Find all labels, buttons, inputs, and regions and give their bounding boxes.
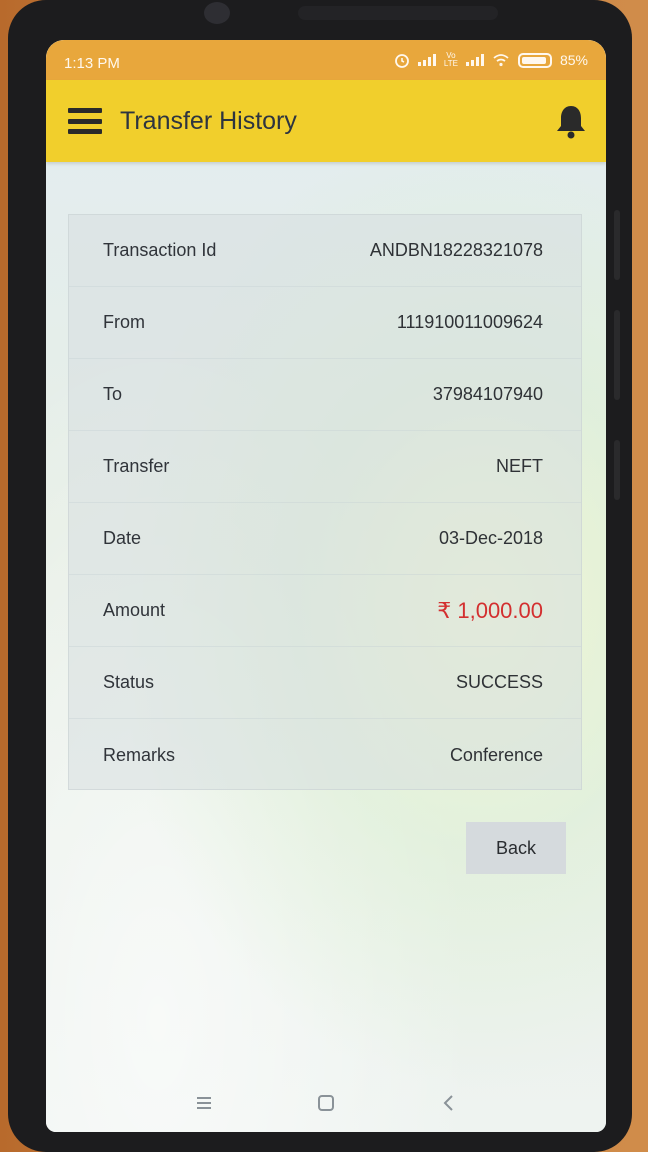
detail-label: Transfer [103,456,170,476]
detail-label: To [103,384,123,404]
hamburger-menu-icon[interactable] [68,108,102,134]
back-nav-icon[interactable] [433,1088,463,1118]
detail-row-status: Status SUCCESS [69,647,581,719]
status-time: 1:13 PM [64,54,120,72]
app-bar: Transfer History [46,80,606,162]
detail-label: Date [103,528,142,548]
detail-value: 37984107940 [432,384,543,404]
earpiece [298,6,498,20]
home-icon[interactable] [311,1088,341,1118]
recent-apps-icon[interactable] [189,1088,219,1118]
status-icons: Vo LTE 85% [394,52,588,68]
detail-row-date: Date 03-Dec-2018 [69,503,581,575]
bell-icon[interactable] [554,103,588,139]
detail-label: Transaction Id [103,240,217,260]
detail-label: Remarks [103,744,176,765]
power-button [614,440,620,500]
detail-label: Status [103,672,155,692]
android-nav-bar [46,1074,606,1132]
back-button[interactable]: Back [466,822,566,874]
detail-value: 03-Dec-2018 [438,528,543,548]
status-value: SUCCESS [455,672,543,692]
page-title: Transfer History [120,106,297,135]
transaction-details-card: Transaction Id ANDBN18228321078 From 111… [68,214,582,790]
signal-icon [417,54,436,66]
status-bar: 1:13 PM Vo LTE 85% [46,40,606,80]
detail-row-remarks: Remarks Conference [69,719,581,791]
amount-value: ₹ 1,000.00 [437,597,543,623]
battery-percent: 85% [559,52,588,68]
detail-row-transfer: Transfer NEFT [69,431,581,503]
detail-row-from: From 111910011009624 [69,287,581,359]
detail-value: Conference [449,744,543,765]
detail-value: NEFT [496,456,543,476]
detail-label: Amount [103,600,166,620]
screen: 1:13 PM Vo LTE 85% Transfer History Tran… [46,40,606,1132]
volte-icon: Vo LTE [444,52,458,68]
detail-label: From [103,312,145,332]
battery-icon [517,52,552,68]
detail-row-transaction-id: Transaction Id ANDBN18228321078 [69,215,581,287]
wifi-icon [493,54,509,67]
detail-value: 111910011009624 [396,312,543,332]
volume-button [614,210,620,280]
detail-row-to: To 37984107940 [69,359,581,431]
detail-row-amount: Amount ₹ 1,000.00 [69,575,581,647]
volume-button [614,310,620,400]
signal-icon [465,54,484,66]
alarm-icon [394,54,409,68]
phone-frame: 1:13 PM Vo LTE 85% Transfer History Tran… [8,0,632,1152]
detail-value: ANDBN18228321078 [369,240,543,260]
lte-label: LTE [443,59,458,68]
front-camera [204,2,230,24]
